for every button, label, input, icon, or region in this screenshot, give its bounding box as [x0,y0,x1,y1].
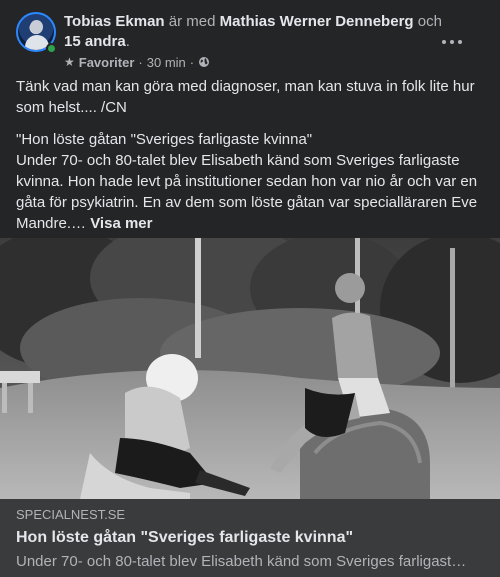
more-dot [442,40,446,44]
avatar-face [30,20,43,34]
see-more-link[interactable]: Visa mer [90,215,152,232]
post-paragraph-2-line-2: Under 70- och 80-talet blev Elisabeth kä… [16,150,484,234]
post-meta: ★ Favoriter · 30 min · [64,54,210,70]
link-preview-info[interactable]: SPECIALNEST.SE Hon löste gåtan "Sveriges… [0,499,500,577]
author-name-link[interactable]: Tobias Ekman [64,13,165,30]
post-header-text: Tobias Ekman är med Mathias Werner Denne… [64,12,454,52]
others-link[interactable]: 15 andra [64,33,126,50]
link-domain: SPECIALNEST.SE [16,507,126,522]
feed-post: Tobias Ekman är med Mathias Werner Denne… [0,0,500,577]
more-dot [450,40,454,44]
period-text: . [125,33,130,50]
link-description: Under 70- och 80-talet blev Elisabeth kä… [16,553,467,570]
post-time[interactable]: 30 min [147,55,186,70]
and-text: och [413,13,442,30]
with-text: är med [164,13,220,30]
post-paragraph-2-text: Under 70- och 80-talet blev Elisabeth kä… [16,152,478,232]
more-dot [458,40,462,44]
globe-icon[interactable] [198,56,210,68]
post-paragraph-1: Tänk vad man kan göra med diagnoser, man… [16,78,475,116]
post-header: Tobias Ekman är med Mathias Werner Denne… [16,12,484,70]
audience-label[interactable]: Favoriter [79,55,135,70]
link-preview-image[interactable] [0,238,500,499]
meta-separator: · [189,54,195,70]
meta-separator: · [138,54,143,70]
star-icon: ★ [64,55,75,69]
online-status-dot [46,43,57,54]
post-paragraph-2-line-1: "Hon löste gåtan "Sveriges farligaste kv… [16,131,313,148]
tagged-person-link[interactable]: Mathias Werner Denneberg [220,13,414,30]
more-options-button[interactable] [442,34,462,50]
link-title[interactable]: Hon löste gåtan "Sveriges farligaste kvi… [16,528,484,548]
post-body: Tänk vad man kan göra med diagnoser, man… [16,76,484,234]
